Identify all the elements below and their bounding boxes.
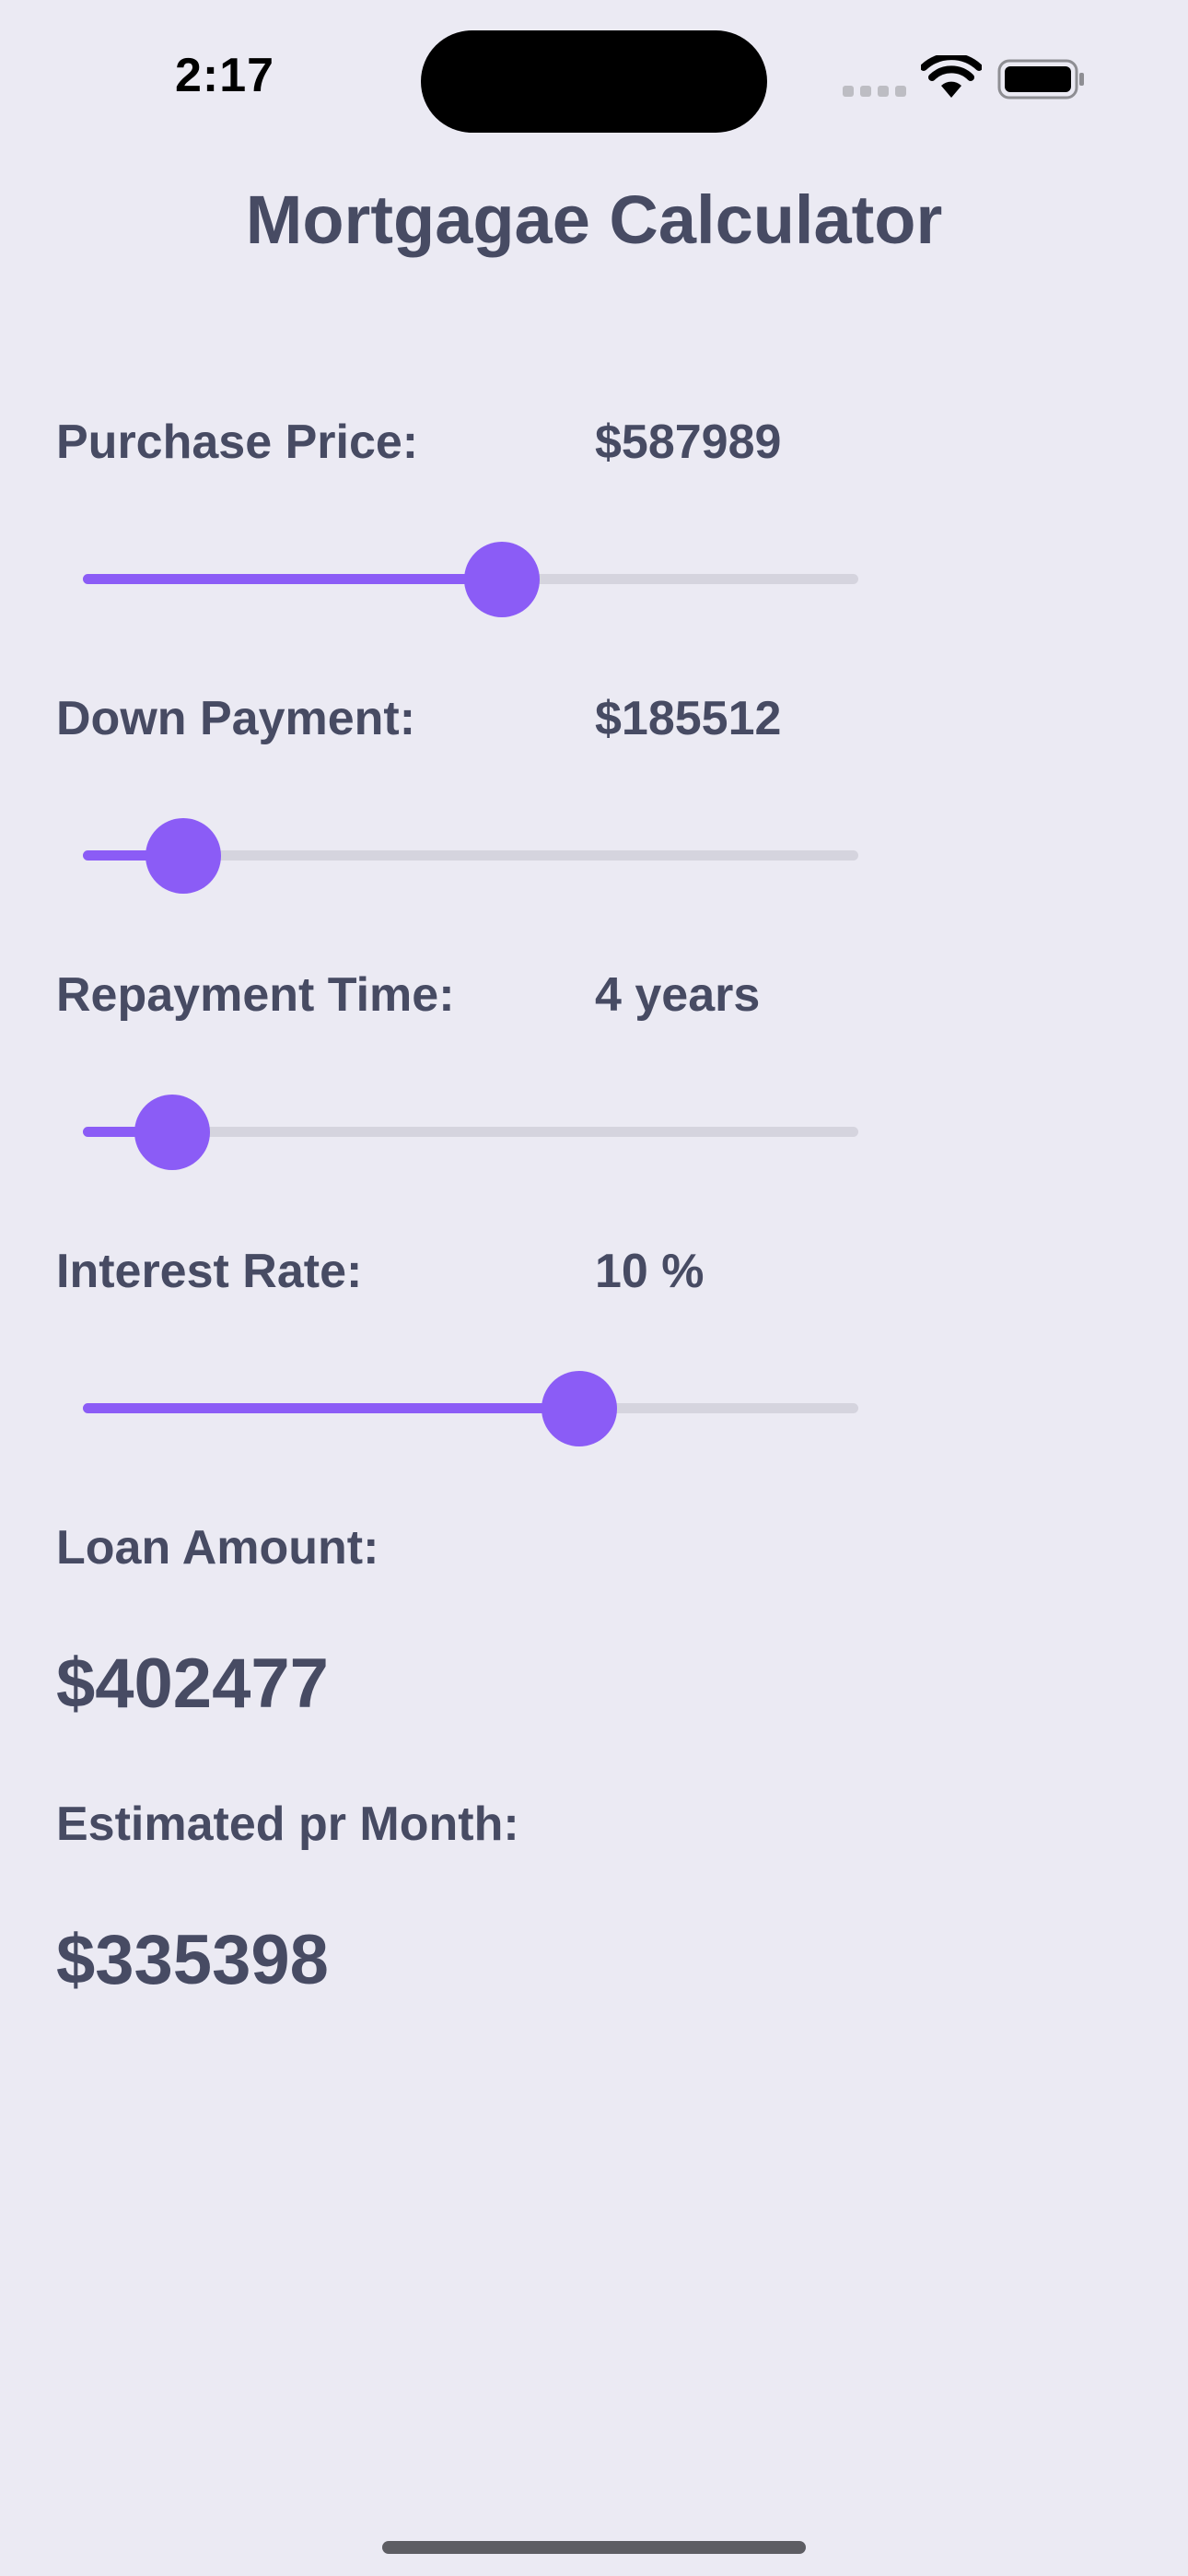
slider-fill [83,574,502,584]
down-payment-slider[interactable] [83,818,858,894]
purchase-price-value: $587989 [595,416,782,469]
monthly-estimate-value: $335398 [56,1921,329,1999]
slider-thumb[interactable] [541,1371,617,1446]
dynamic-island [421,30,767,133]
interest-rate-label: Interest Rate: [56,1245,363,1298]
interest-rate-value: 10 % [595,1245,705,1298]
battery-icon [997,59,1084,100]
loan-amount-value: $402477 [56,1645,329,1723]
slider-thumb[interactable] [134,1095,210,1170]
home-indicator [382,2541,806,2554]
loan-amount-label: Loan Amount: [56,1521,379,1575]
repayment-time-slider[interactable] [83,1095,858,1170]
down-payment-value: $185512 [595,692,782,745]
down-payment-label: Down Payment: [56,692,416,745]
slider-fill [83,1403,579,1413]
monthly-estimate-label: Estimated pr Month: [56,1797,519,1851]
purchase-price-slider[interactable] [83,542,858,617]
wifi-icon [921,55,982,98]
cellular-signal-icon [843,85,913,101]
purchase-price-label: Purchase Price: [56,416,419,469]
repayment-time-label: Repayment Time: [56,968,455,1022]
page-title: Mortgagae Calculator [245,181,943,258]
slider-thumb[interactable] [463,542,540,617]
status-time: 2:17 [175,49,275,102]
interest-rate-slider[interactable] [83,1371,858,1446]
slider-thumb[interactable] [146,818,222,894]
repayment-time-value: 4 years [595,968,761,1022]
